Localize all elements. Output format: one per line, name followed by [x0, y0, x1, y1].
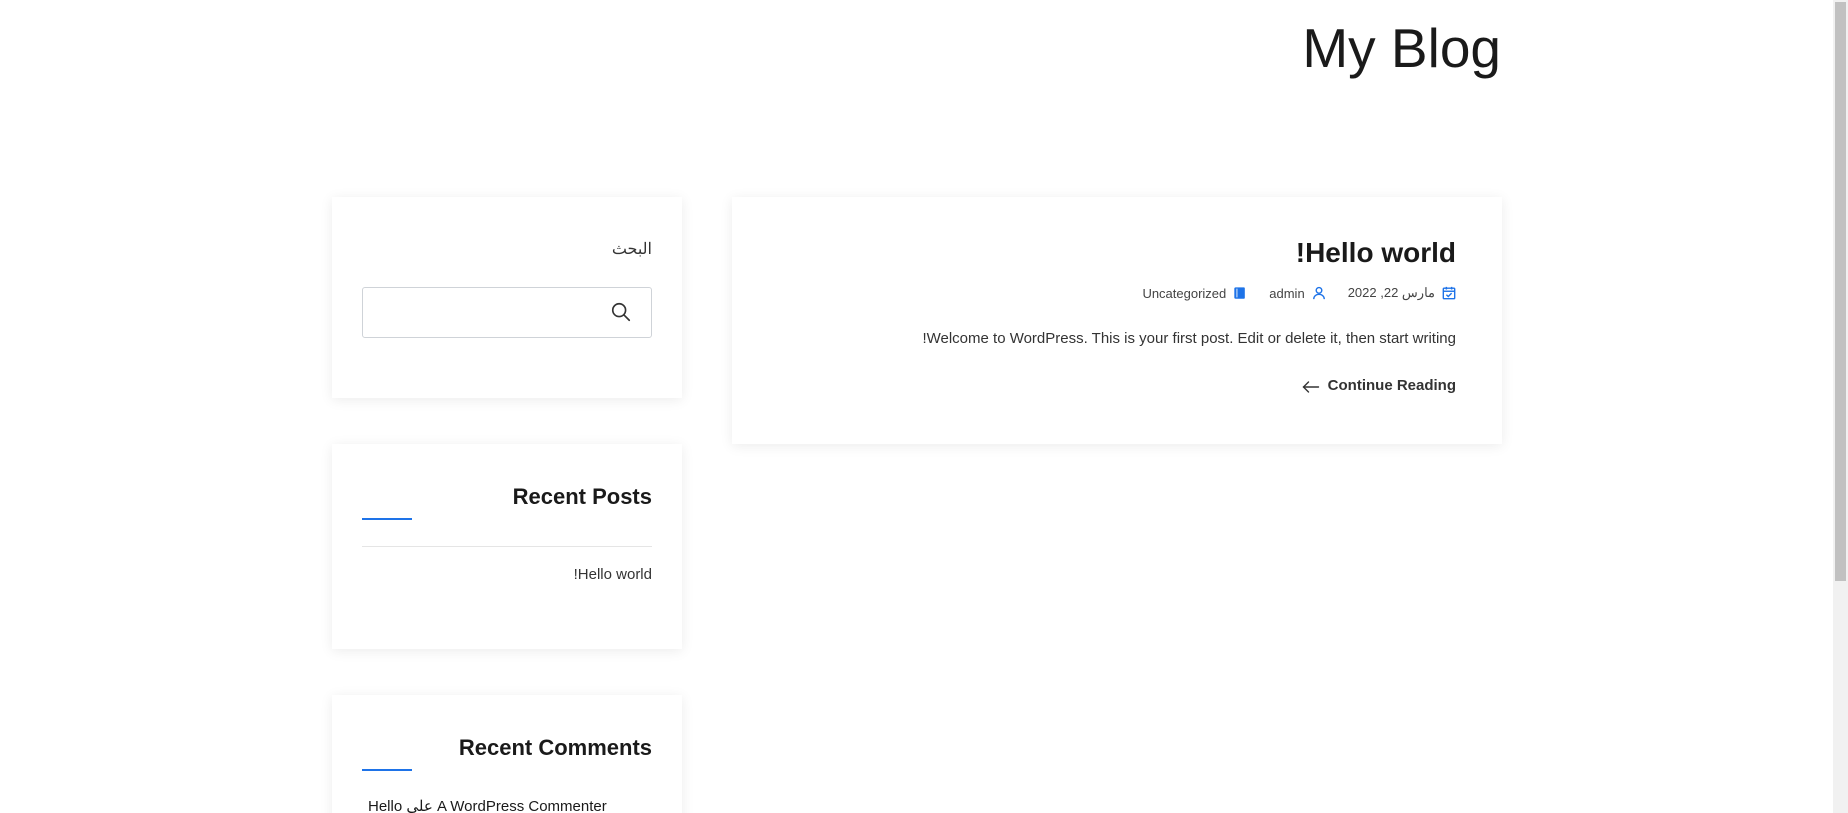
- post-title[interactable]: !Hello world: [1296, 237, 1456, 269]
- search-widget-title: البحث: [611, 241, 652, 258]
- post-excerpt: !Welcome to WordPress. This is your firs…: [922, 330, 1456, 347]
- title-underline: [362, 518, 412, 520]
- page-scrollbar[interactable]: [1833, 0, 1848, 813]
- arrow-left-icon: [1302, 380, 1319, 393]
- search-icon: [611, 302, 631, 322]
- folder-icon: [1234, 287, 1246, 299]
- search-button[interactable]: [609, 301, 633, 325]
- scrollbar-thumb[interactable]: [1835, 2, 1846, 581]
- post-author-label: admin: [1269, 285, 1305, 301]
- post-date-label: مارس 22, 2022: [1347, 285, 1435, 300]
- recent-posts-widget: Recent Posts !Hello world: [332, 444, 682, 649]
- post-meta: مارس 22, 2022 admin Uncategorized: [1142, 285, 1456, 301]
- recent-posts-title: Recent Posts: [512, 484, 652, 509]
- recent-comments-title: Recent Comments: [458, 735, 652, 760]
- post-category[interactable]: Uncategorized: [1142, 286, 1247, 301]
- search-input[interactable]: [371, 294, 601, 331]
- recent-comment-item[interactable]: Hello على A WordPress Commenter: [368, 797, 607, 813]
- post-date[interactable]: مارس 22, 2022: [1348, 285, 1456, 301]
- search-box: [362, 287, 652, 338]
- title-underline: [362, 769, 412, 771]
- post-author[interactable]: admin: [1269, 286, 1325, 301]
- continue-reading-link[interactable]: Continue Reading: [1302, 377, 1456, 394]
- post-category-label: Uncategorized: [1142, 285, 1227, 301]
- continue-reading-label: Continue Reading: [1327, 377, 1456, 394]
- recent-post-link[interactable]: !Hello world: [574, 566, 652, 583]
- post-card: !Hello world مارس 22, 2022 admin Uncateg…: [732, 197, 1502, 444]
- site-title[interactable]: My Blog: [1302, 18, 1501, 78]
- divider: [362, 546, 652, 547]
- search-widget: البحث: [332, 197, 682, 398]
- user-icon: [1312, 286, 1325, 300]
- calendar-check-icon: [1442, 286, 1456, 300]
- recent-comments-widget: Recent Comments Hello على A WordPress Co…: [332, 695, 682, 813]
